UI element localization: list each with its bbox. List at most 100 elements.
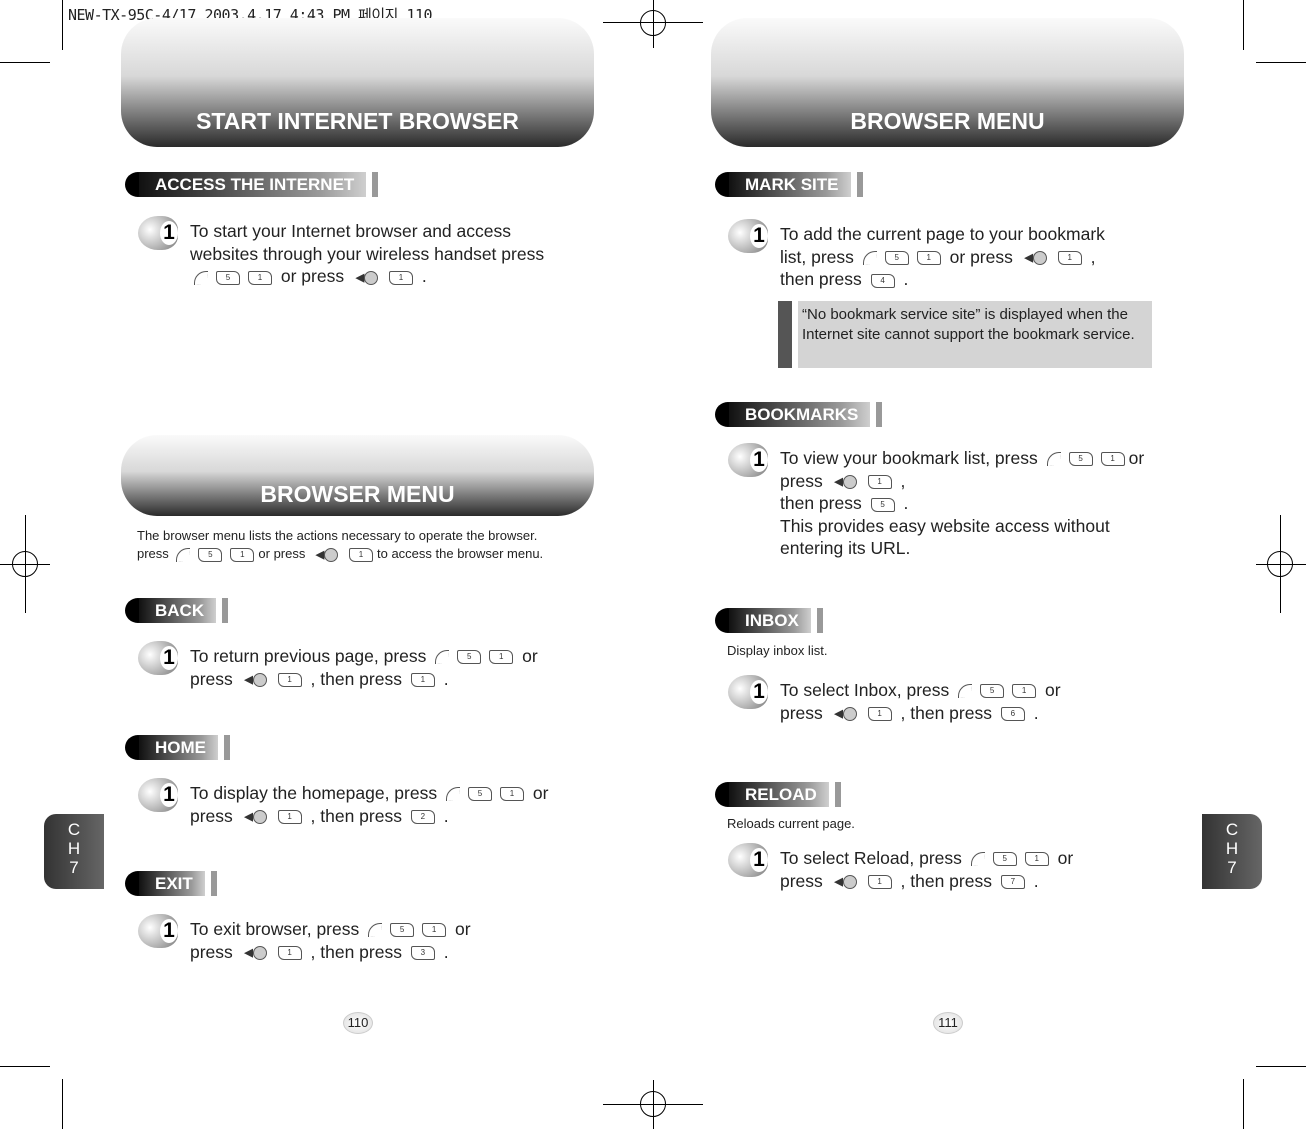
key-5-icon: 5 bbox=[884, 250, 909, 265]
section-header: BROWSER MENU bbox=[711, 18, 1184, 147]
nav-ok-key-icon: ◀ bbox=[353, 270, 381, 285]
key-1-icon: 1 bbox=[489, 650, 514, 665]
nav-ok-key-icon: ◀ bbox=[832, 474, 860, 489]
step-number-badge: 1 bbox=[728, 443, 772, 477]
text: To select Reload, press bbox=[780, 848, 967, 868]
step-text: To display the homepage, press 51 or pres… bbox=[190, 782, 548, 827]
text: . bbox=[438, 941, 449, 962]
text: entering its URL. bbox=[780, 538, 911, 559]
registration-mark bbox=[640, 10, 666, 36]
crop-mark bbox=[1243, 0, 1244, 50]
note-box: “No bookmark service site” is displayed … bbox=[778, 301, 1152, 368]
text-line: list, press 51 or press ◀ 1 , bbox=[780, 246, 1105, 269]
text: press bbox=[780, 702, 828, 723]
nav-ok-key-icon: ◀ bbox=[242, 945, 270, 960]
key-2-icon: 2 bbox=[410, 809, 435, 824]
text: To display the homepage, press bbox=[190, 783, 442, 803]
chapter-tab: CH7 bbox=[1202, 814, 1262, 889]
text: . bbox=[438, 668, 449, 689]
text-line: To select Inbox, press 51 or bbox=[780, 679, 1061, 702]
step-number-badge: 1 bbox=[728, 219, 772, 253]
text: or bbox=[517, 646, 538, 666]
chapter-tab: CH7 bbox=[44, 814, 104, 889]
text: websites through your wireless handset p… bbox=[190, 243, 545, 264]
text-line: To return previous page, press 51 or bbox=[190, 645, 538, 668]
text-line: press ◀ 1 , bbox=[780, 470, 1144, 493]
step-number: 1 bbox=[160, 646, 178, 670]
nav-ok-key-icon: ◀ bbox=[832, 874, 860, 889]
key-1-icon: 1 bbox=[1012, 684, 1037, 699]
menu-key-icon bbox=[194, 270, 208, 285]
crop-mark bbox=[62, 0, 63, 50]
key-5-icon: 5 bbox=[457, 650, 482, 665]
crop-mark bbox=[62, 1079, 63, 1129]
section-header: START INTERNET BROWSER bbox=[121, 18, 594, 147]
text: This provides easy website access withou… bbox=[780, 515, 1110, 536]
menu-key-icon bbox=[958, 684, 973, 699]
step-number: 1 bbox=[750, 848, 768, 872]
chapter-number: 7 bbox=[1227, 858, 1237, 877]
step-number-badge: 1 bbox=[138, 641, 182, 675]
text-line: then press 5 . bbox=[780, 492, 1144, 515]
text: . bbox=[416, 266, 427, 287]
key-1-icon: 1 bbox=[277, 672, 302, 687]
key-5-icon: 5 bbox=[992, 852, 1017, 867]
text: or bbox=[527, 783, 549, 803]
chapter-number: 7 bbox=[69, 858, 79, 877]
text: or press bbox=[258, 546, 309, 561]
key-5-icon: 5 bbox=[1068, 452, 1093, 467]
chapter-letter: C bbox=[67, 820, 81, 839]
step-number-badge: 1 bbox=[728, 843, 772, 877]
text-line: press 5 1 or press ◀ 1 to access the browser… bbox=[137, 545, 543, 563]
text-line: This provides easy website access withou… bbox=[780, 515, 1144, 538]
key-1-icon: 1 bbox=[1024, 852, 1049, 867]
header-title: START INTERNET BROWSER bbox=[196, 108, 519, 134]
text: or press bbox=[944, 246, 1018, 267]
registration-mark bbox=[640, 1091, 666, 1117]
text: , then press bbox=[305, 668, 407, 689]
page-number: 110 bbox=[343, 1012, 373, 1034]
menu-key-icon bbox=[970, 852, 985, 867]
text: press bbox=[190, 668, 238, 689]
step-number: 1 bbox=[160, 919, 178, 943]
key-1-icon: 1 bbox=[410, 672, 435, 687]
registration-mark bbox=[12, 551, 38, 577]
crop-mark bbox=[1243, 1079, 1244, 1129]
text: To return previous page, press bbox=[190, 646, 432, 666]
key-4-icon: 4 bbox=[870, 273, 895, 288]
key-1-icon: 1 bbox=[916, 250, 941, 265]
section-description: Display inbox list. bbox=[727, 643, 828, 658]
chapter-letter: H bbox=[1225, 839, 1239, 858]
key-1-icon: 1 bbox=[499, 787, 524, 802]
text-line: press ◀ 1 , then press 7 . bbox=[780, 870, 1073, 893]
menu-key-icon bbox=[368, 923, 383, 938]
section-header: BROWSER MENU bbox=[121, 435, 594, 516]
text: or bbox=[450, 919, 471, 939]
text-line: 51 or press ◀ 1 . bbox=[190, 265, 544, 288]
text-line: To view your bookmark list, press 5 1 or bbox=[780, 447, 1144, 470]
text-line: The browser menu lists the actions neces… bbox=[137, 527, 543, 545]
step-number: 1 bbox=[750, 224, 768, 248]
page-number: 111 bbox=[933, 1012, 963, 1034]
menu-key-icon bbox=[1046, 452, 1061, 467]
key-1-icon: 1 bbox=[230, 547, 255, 562]
key-1-icon: 1 bbox=[1100, 452, 1125, 467]
menu-key-icon bbox=[176, 547, 191, 562]
text: To add the current page to your bookmark bbox=[780, 224, 1105, 244]
key-1-icon: 1 bbox=[1057, 250, 1082, 265]
text: then press bbox=[780, 269, 867, 290]
text: , then press bbox=[895, 702, 997, 723]
text: , bbox=[895, 470, 906, 491]
text: . bbox=[1028, 702, 1039, 723]
tag-label: ACCESS THE INTERNET bbox=[139, 172, 373, 197]
step-text: To start your Internet browser and acces… bbox=[190, 220, 544, 288]
key-5-icon: 5 bbox=[216, 270, 240, 285]
tag-label: BACK bbox=[139, 598, 223, 623]
text: . bbox=[898, 269, 909, 290]
text: or press bbox=[276, 266, 349, 287]
menu-key-icon bbox=[445, 787, 460, 802]
key-1-icon: 1 bbox=[348, 547, 373, 562]
step-text: To exit browser, press 51 or press ◀ 1 , t… bbox=[190, 918, 471, 963]
nav-ok-key-icon: ◀ bbox=[242, 809, 270, 824]
tag-label: HOME bbox=[139, 735, 224, 760]
